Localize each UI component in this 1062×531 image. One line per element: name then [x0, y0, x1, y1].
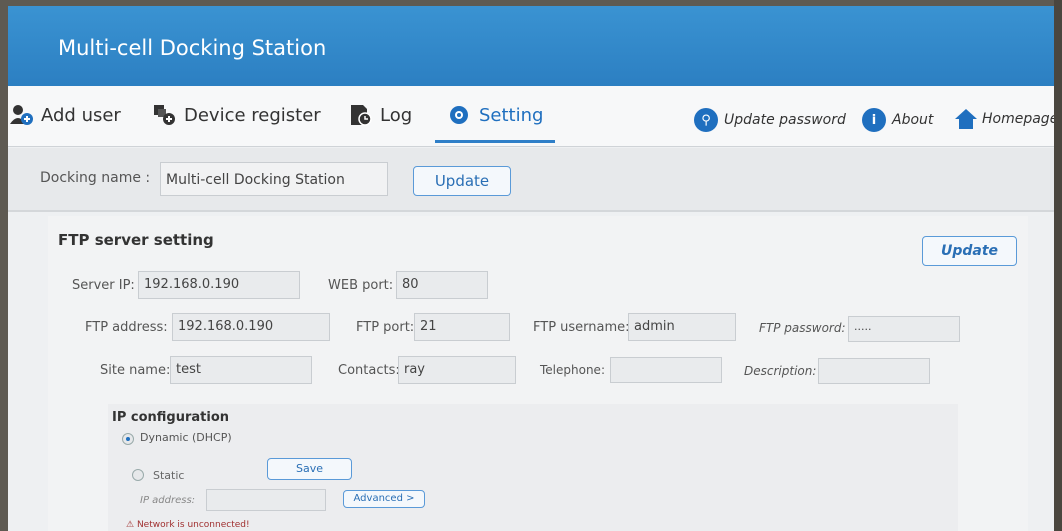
- web-port-label: WEB port:: [328, 278, 394, 293]
- ftp-port-field[interactable]: 21: [414, 313, 510, 341]
- nav-bar: Add user Device register Log Setting ⚲ U…: [8, 86, 1056, 147]
- network-status: ⚠ Network is unconnected!: [126, 520, 250, 530]
- static-label: Static: [153, 469, 185, 482]
- ip-address-field[interactable]: [206, 489, 326, 511]
- ftp-section-title: FTP server setting: [58, 231, 214, 249]
- about-link[interactable]: i About: [862, 108, 933, 132]
- save-button[interactable]: Save: [267, 458, 352, 480]
- tab-setting[interactable]: Setting: [448, 104, 543, 126]
- description-field[interactable]: [818, 358, 930, 384]
- dhcp-radio[interactable]: [122, 433, 134, 445]
- server-ip-label: Server IP:: [72, 278, 135, 293]
- app-title: Multi-cell Docking Station: [58, 36, 327, 60]
- telephone-label: Telephone:: [540, 363, 605, 377]
- contacts-label: Contacts:: [338, 363, 400, 378]
- description-label: Description:: [744, 364, 817, 378]
- tab-log[interactable]: Log: [349, 104, 412, 126]
- web-port-field[interactable]: 80: [396, 271, 488, 299]
- ftp-address-field[interactable]: 192.168.0.190: [172, 313, 330, 341]
- contacts-field[interactable]: ray: [398, 356, 516, 384]
- monitor-bezel: [1054, 0, 1062, 531]
- ftp-username-label: FTP username:: [533, 320, 630, 335]
- ftp-port-label: FTP port:: [356, 320, 415, 335]
- tab-add-user[interactable]: Add user: [10, 104, 121, 126]
- ftp-update-button[interactable]: Update: [922, 236, 1017, 266]
- network-status-text: Network is unconnected!: [136, 520, 250, 530]
- docking-name-row: Docking name : Multi-cell Docking Statio…: [8, 148, 1056, 212]
- ftp-password-label: FTP password:: [759, 321, 846, 335]
- link-label: About: [892, 112, 934, 128]
- tab-label: Add user: [41, 104, 121, 126]
- telephone-field[interactable]: [610, 357, 722, 383]
- ftp-address-label: FTP address:: [85, 320, 168, 335]
- tab-label: Setting: [479, 104, 544, 126]
- tab-label: Log: [380, 104, 413, 126]
- site-name-label: Site name:: [100, 363, 171, 378]
- docking-name-field[interactable]: Multi-cell Docking Station: [160, 162, 388, 196]
- active-tab-indicator: [435, 140, 555, 143]
- ip-config-title: IP configuration: [112, 410, 230, 425]
- static-radio[interactable]: [132, 469, 144, 481]
- ftp-password-field[interactable]: ·····: [848, 316, 960, 342]
- info-icon: i: [862, 108, 886, 132]
- home-icon: [954, 108, 977, 130]
- advanced-button[interactable]: Advanced >: [343, 490, 425, 508]
- app-window: Multi-cell Docking Station Add user Devi…: [8, 6, 1056, 531]
- search-icon: ⚲: [694, 108, 718, 132]
- title-bar: Multi-cell Docking Station: [8, 6, 1056, 86]
- update-password-link[interactable]: ⚲ Update password: [694, 108, 846, 132]
- warning-icon: ⚠: [126, 520, 135, 530]
- ftp-username-field[interactable]: admin: [628, 313, 736, 341]
- server-ip-field[interactable]: 192.168.0.190: [138, 271, 300, 299]
- link-label: Update password: [724, 112, 846, 128]
- docking-name-label: Docking name :: [40, 170, 151, 186]
- homepage-link[interactable]: Homepage: [954, 108, 1056, 130]
- ip-config-panel: [108, 404, 958, 531]
- log-icon: [349, 104, 372, 126]
- dhcp-label: Dynamic (DHCP): [140, 431, 232, 444]
- tab-label: Device register: [184, 104, 321, 126]
- site-name-field[interactable]: test: [170, 356, 312, 384]
- add-user-icon: [10, 104, 33, 126]
- ip-address-label: IP address:: [140, 495, 196, 506]
- link-label: Homepage: [982, 111, 1056, 127]
- docking-update-button[interactable]: Update: [413, 166, 511, 196]
- device-register-icon: [153, 104, 175, 126]
- gear-icon: [448, 104, 470, 126]
- tab-device-register[interactable]: Device register: [153, 104, 321, 126]
